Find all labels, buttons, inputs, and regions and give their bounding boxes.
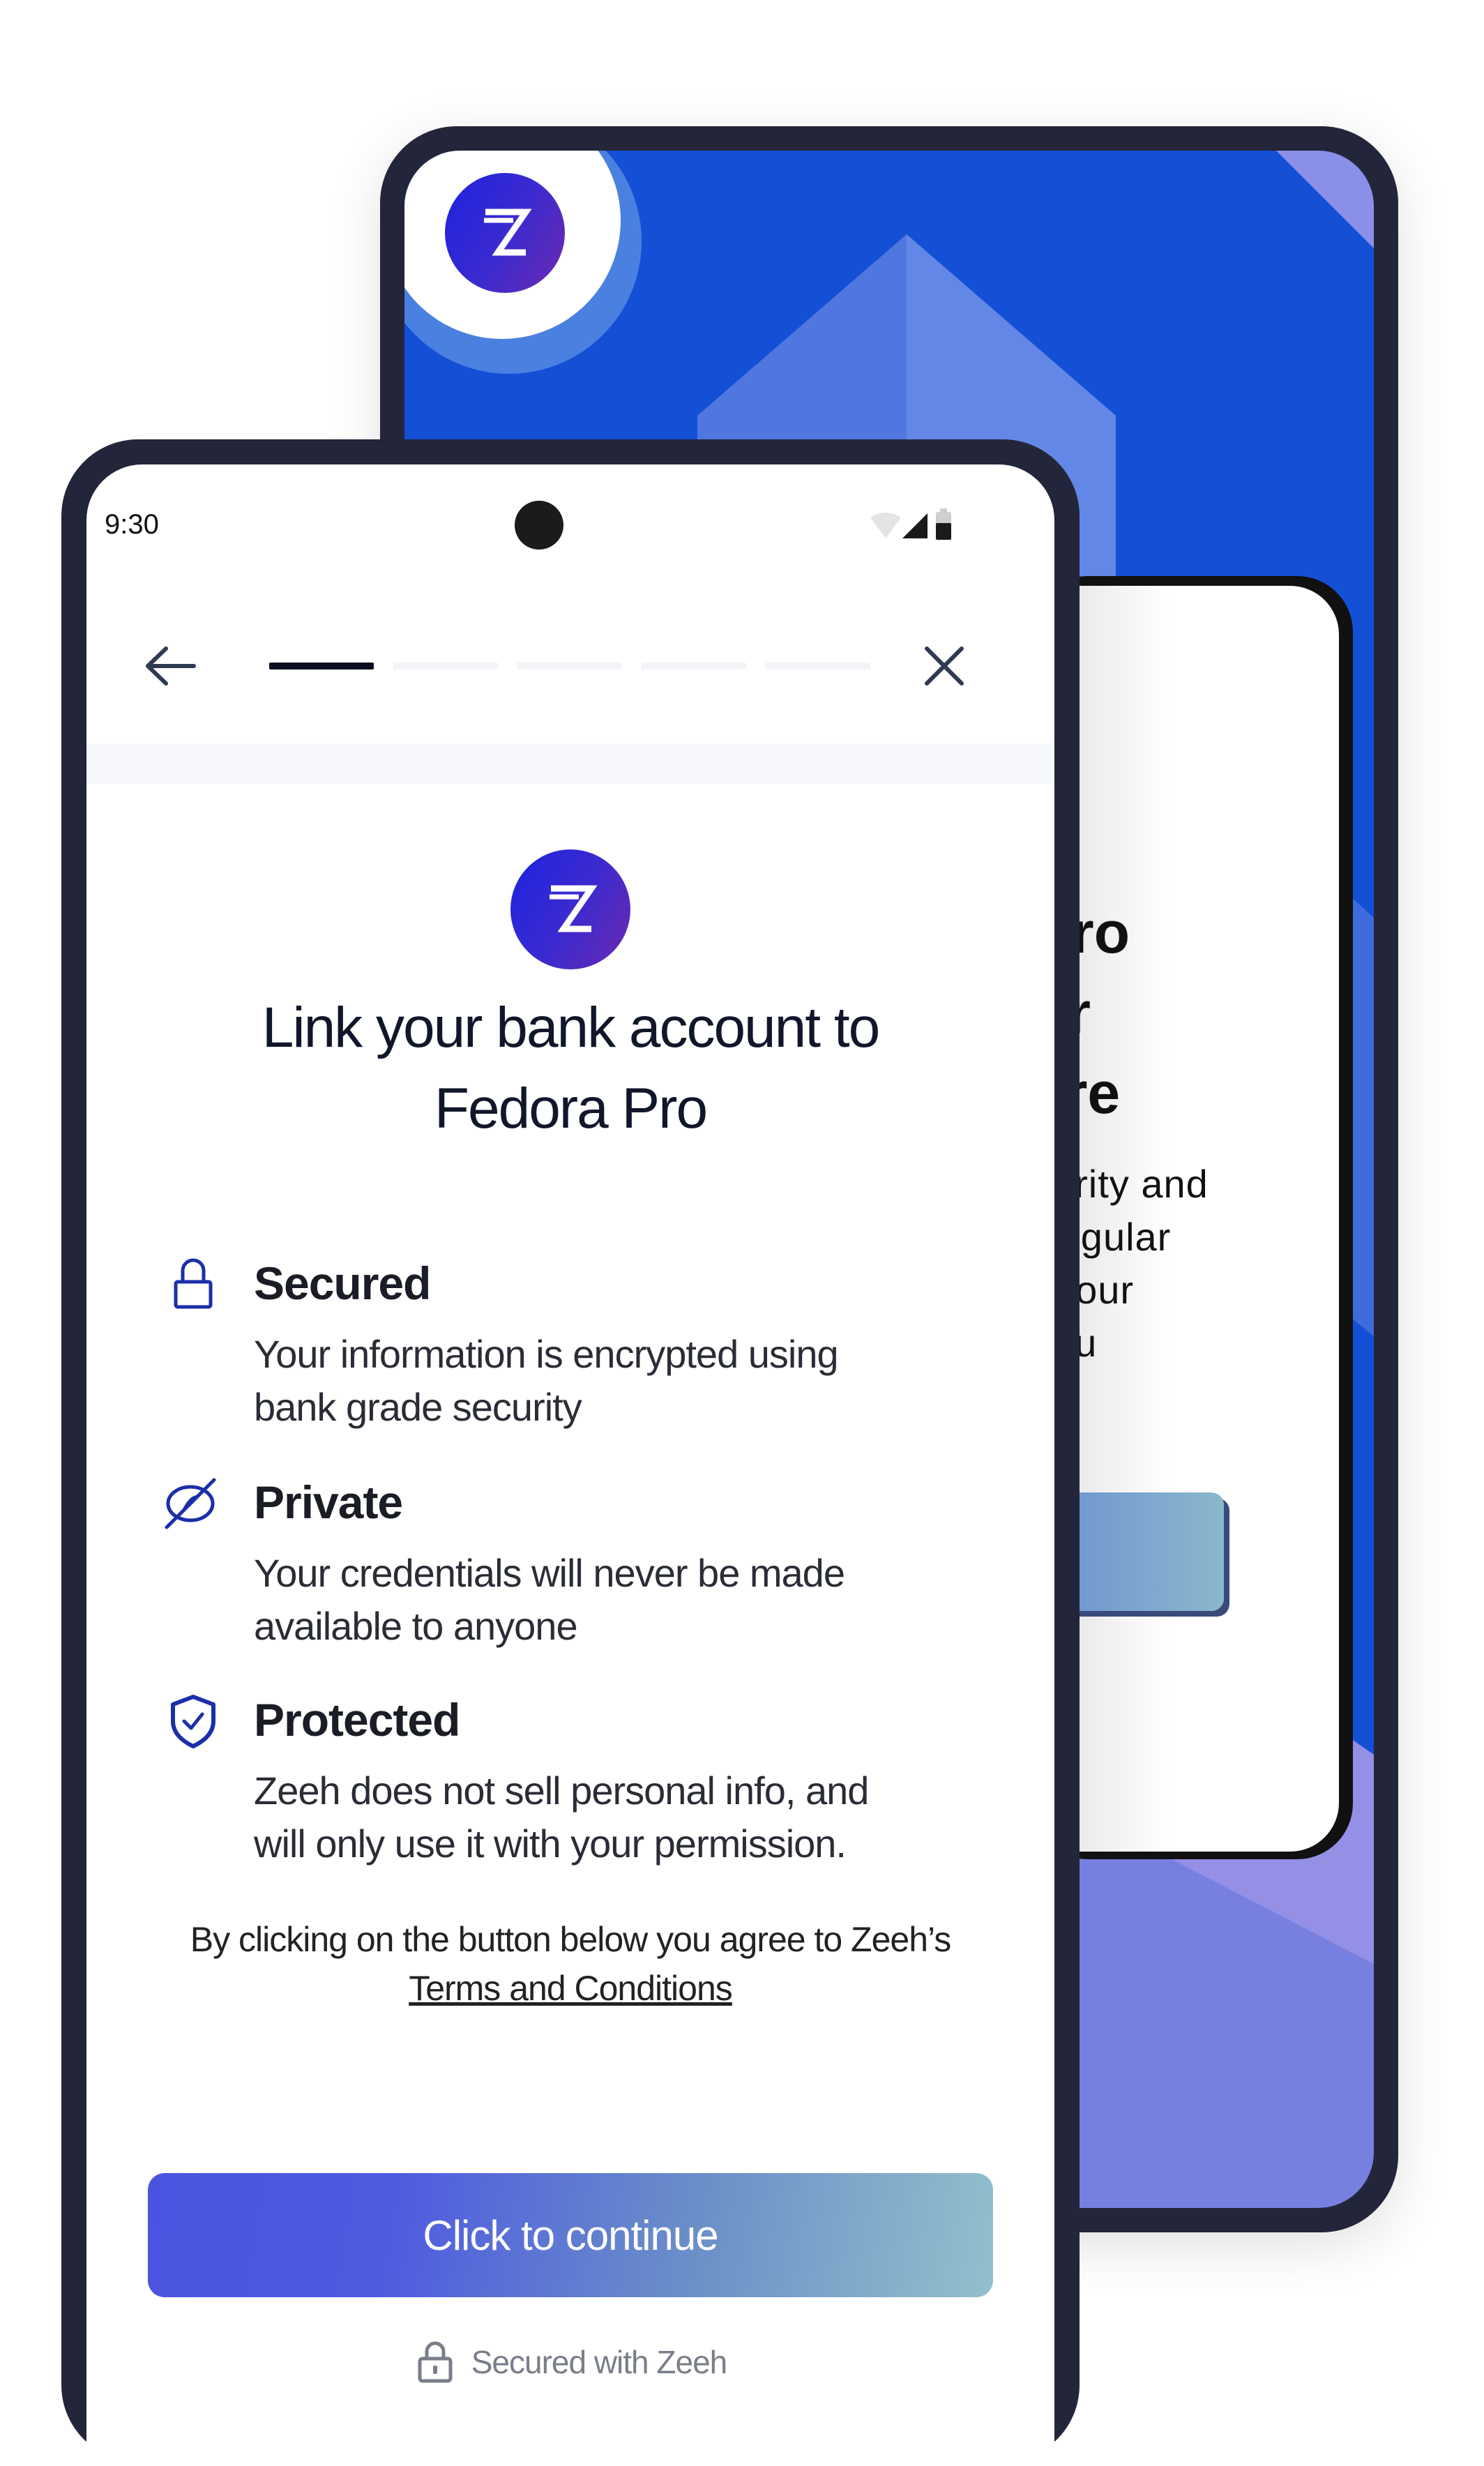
lock-icon xyxy=(418,2341,453,2383)
wifi-icon xyxy=(870,513,901,538)
background-card: Pro ur ere curity and regular t your you xyxy=(1032,576,1353,1859)
secured-footer: Secured with Zeeh xyxy=(86,2340,1054,2384)
eye-off-icon xyxy=(165,1478,216,1529)
zeeh-logo-icon xyxy=(445,173,565,293)
progress-step-active xyxy=(269,663,374,670)
feature-description-line: available to anyone xyxy=(254,1604,578,1648)
foreground-phone: 9:30 Link your bank account to Fedora Pr… xyxy=(61,439,1080,2466)
feature-description-line: Your credentials will never be made xyxy=(254,1551,845,1595)
progress-step xyxy=(393,663,498,670)
zeeh-logo-icon xyxy=(510,849,630,969)
feature-title: Secured xyxy=(254,1257,431,1309)
secured-footer-text: Secured with Zeeh xyxy=(471,2344,728,2380)
progress-step xyxy=(766,663,870,670)
feature-description-line: Zeeh does not sell personal info, and xyxy=(254,1769,869,1813)
signal-icon xyxy=(902,513,927,538)
continue-button-label: Click to continue xyxy=(423,2211,718,2259)
page-title-line: Fedora Pro xyxy=(434,1077,708,1140)
terms-agreement-text: By clicking on the button below you agre… xyxy=(190,1920,951,1959)
phone-screen: 9:30 Link your bank account to Fedora Pr… xyxy=(86,464,1054,2466)
continue-button[interactable]: Click to continue xyxy=(148,2173,993,2297)
feature-description: Your information is encrypted using bank… xyxy=(254,1328,951,1434)
terms-agreement: By clicking on the button below you agre… xyxy=(86,1915,1054,2013)
status-icons xyxy=(870,508,951,540)
camera-cutout xyxy=(515,501,563,550)
status-time: 9:30 xyxy=(105,509,159,540)
feature-description: Your credentials will never be made avai… xyxy=(254,1547,951,1653)
terms-and-conditions-link[interactable]: Terms and Conditions xyxy=(409,1969,733,2008)
feature-description-line: bank grade security xyxy=(254,1385,582,1429)
feature-description-line: Your information is encrypted using xyxy=(254,1332,839,1376)
navigation-bar xyxy=(86,583,1054,743)
arrow-left-icon[interactable] xyxy=(142,642,198,690)
progress-step xyxy=(517,663,622,670)
page-title-line: Link your bank account to xyxy=(262,996,880,1059)
page-title: Link your bank account to Fedora Pro xyxy=(86,988,1054,1149)
battery-icon xyxy=(936,508,951,540)
feature-title: Private xyxy=(254,1476,403,1528)
feature-description: Zeeh does not sell personal info, and wi… xyxy=(254,1764,951,1870)
progress-step xyxy=(642,663,746,670)
header-divider xyxy=(86,743,1054,784)
feature-title: Protected xyxy=(254,1694,460,1746)
shield-check-icon xyxy=(171,1695,215,1748)
lock-icon xyxy=(174,1258,213,1309)
feature-description-line: will only use it with your permission. xyxy=(254,1822,847,1866)
close-icon[interactable] xyxy=(920,642,969,690)
